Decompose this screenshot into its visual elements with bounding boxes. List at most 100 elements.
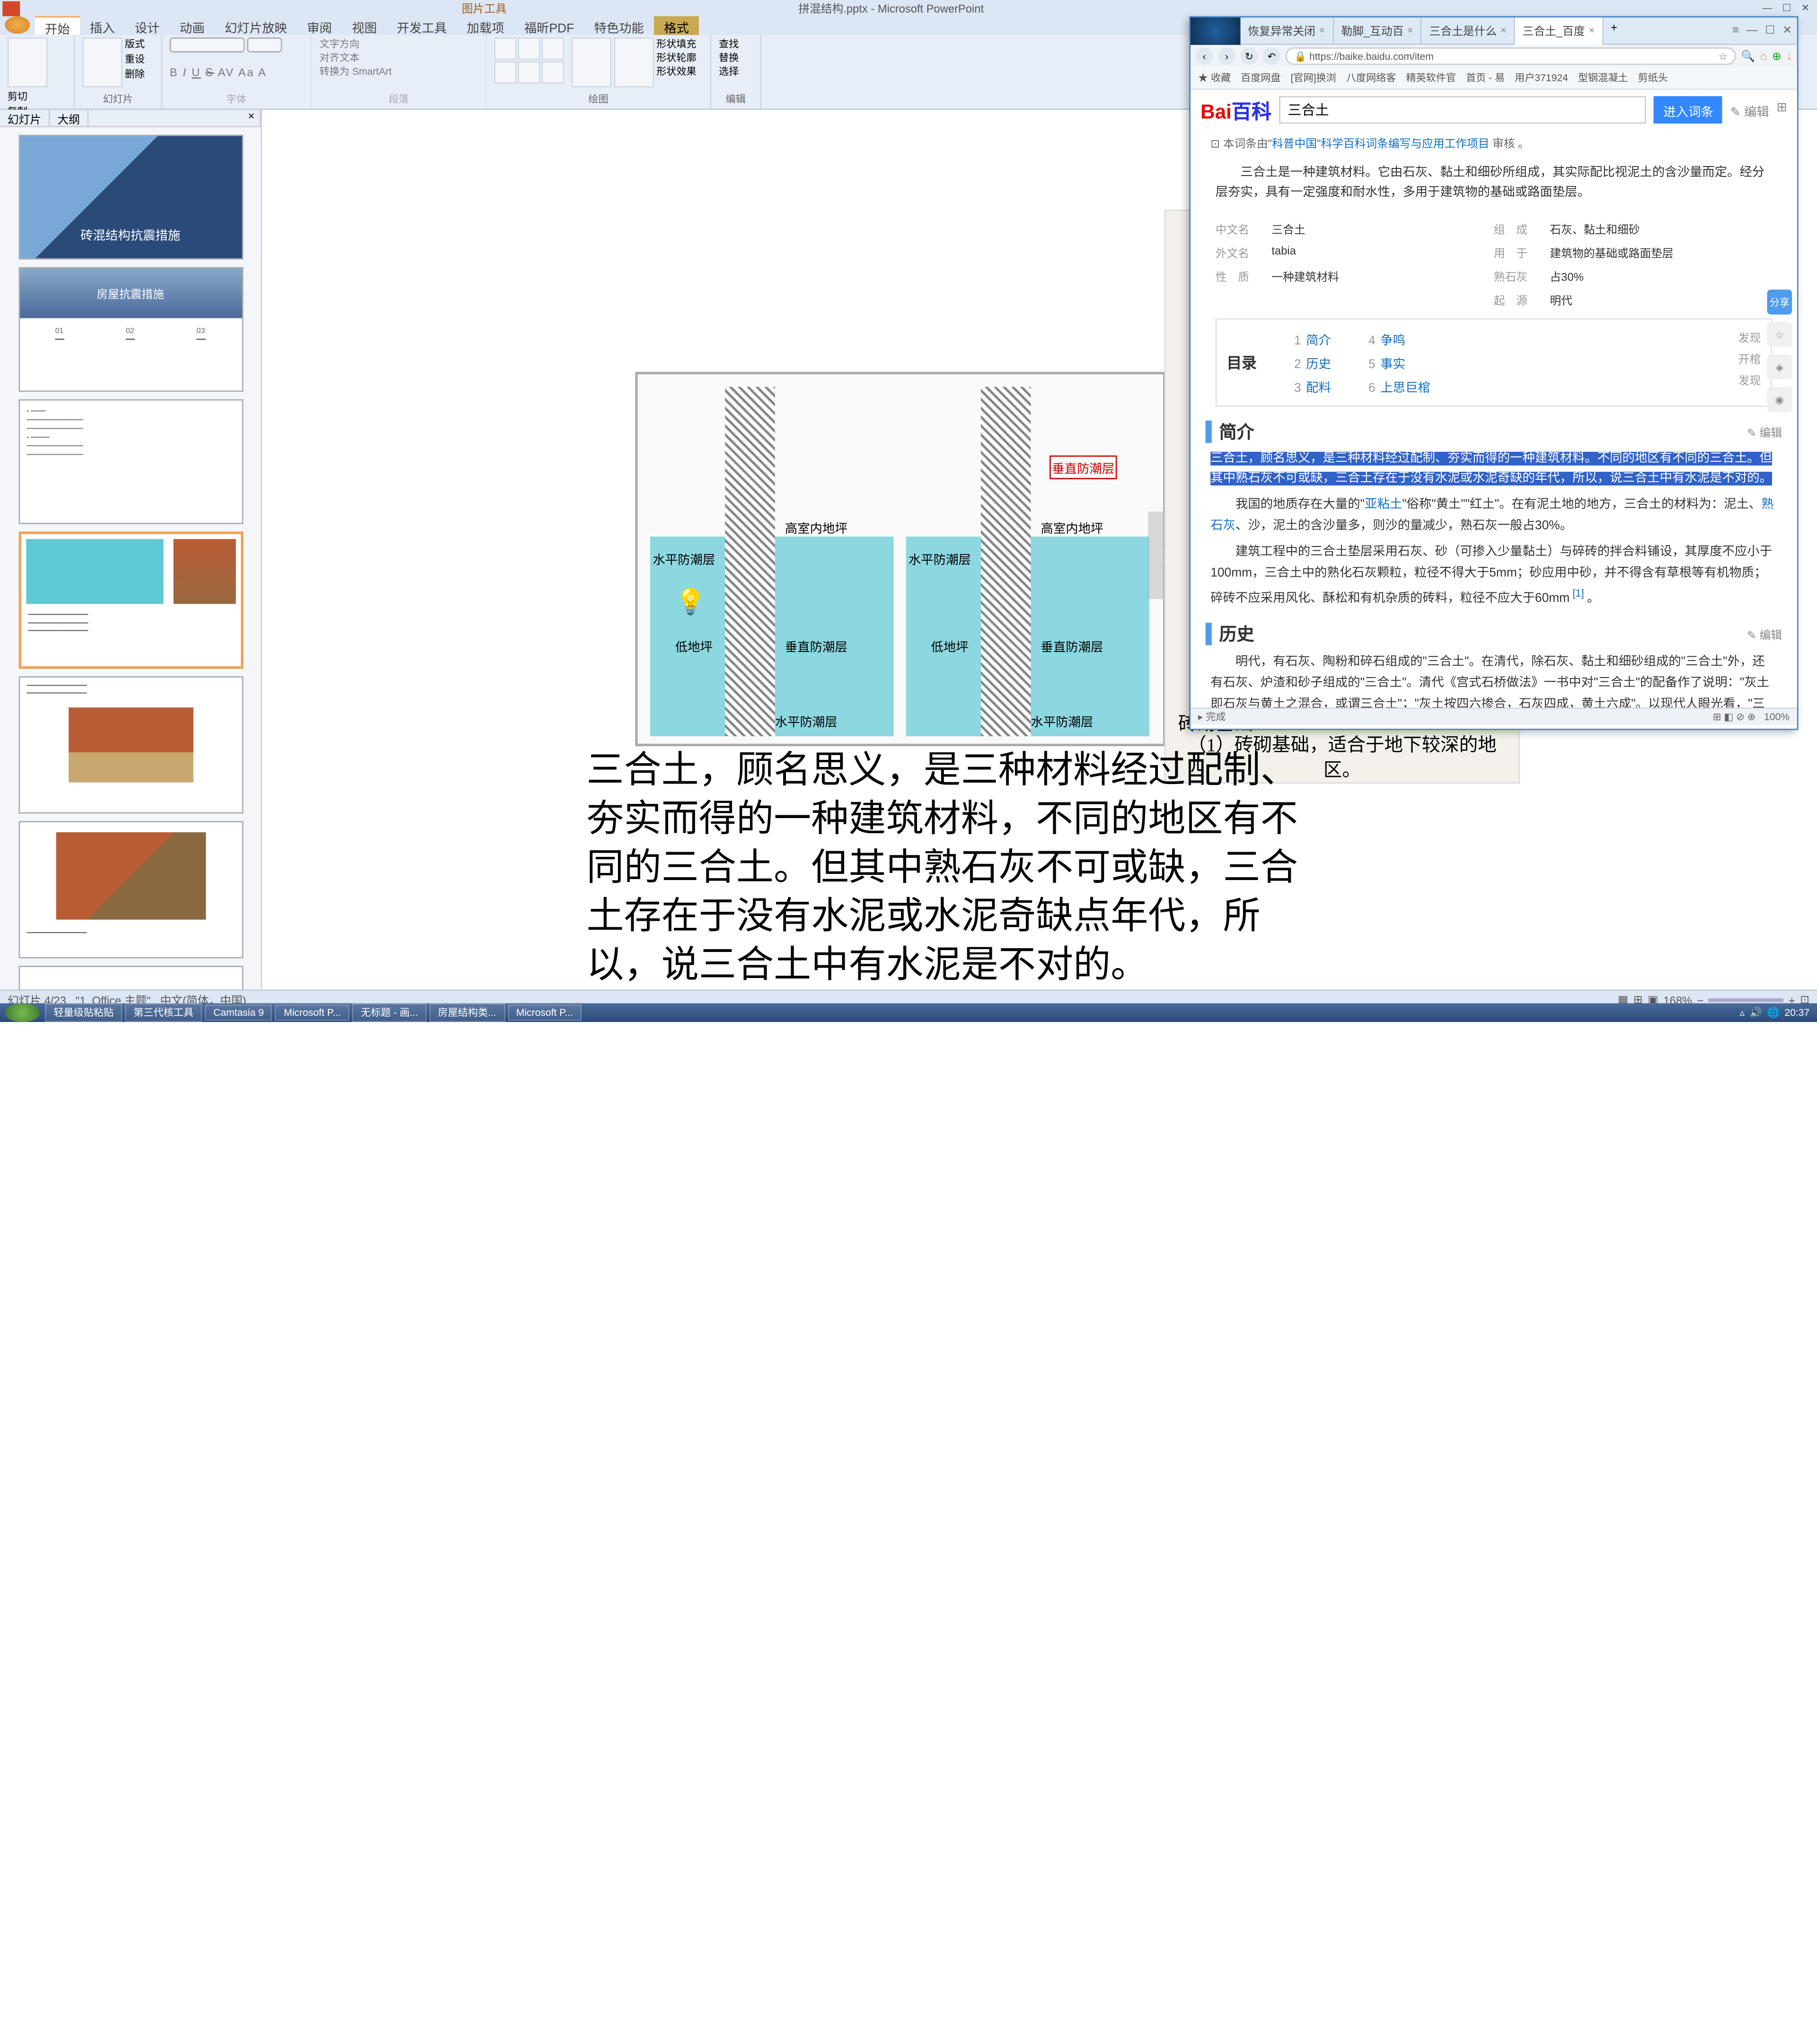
slide-thumb-3[interactable]: ▪ ━━━━━━━━━━━━━━━━━━━━━━━━━━━━━━━━━━▪ ━━… <box>18 399 243 524</box>
shape-button[interactable] <box>494 37 516 60</box>
status-icons[interactable]: ⊞ ◧ ⊘ ⊕ <box>1713 711 1756 722</box>
shape-outline-button[interactable]: 形状轮廓 <box>656 51 696 65</box>
tray-icon[interactable]: ▵ <box>1740 1007 1745 1018</box>
tab-close-icon[interactable]: × <box>1500 25 1506 36</box>
bookmark-item[interactable]: 剪纸头 <box>1638 71 1668 85</box>
slide-thumb-4[interactable]: ━━━━━━━━━━━━━━━━━━━━━━━━━━━━━━━━━━━━━━━━… <box>18 532 243 669</box>
slide-thumb-1[interactable]: 砖混结构抗震措施 <box>18 135 243 260</box>
browser-tab[interactable]: 勒脚_互动百× <box>1334 17 1422 44</box>
toc-link[interactable]: 4争鸣 <box>1368 329 1430 348</box>
toc-link[interactable]: 2历史 <box>1294 353 1331 372</box>
toc-link[interactable]: 3配料 <box>1294 377 1331 396</box>
font-family-input[interactable] <box>170 37 245 53</box>
browser-tab-active[interactable]: 三合土_百度× <box>1515 17 1603 44</box>
shape-button[interactable] <box>542 37 564 60</box>
browser-minimize-button[interactable]: — <box>1746 24 1758 37</box>
slide-thumb-2[interactable]: 房屋抗震措施 01━━02━━03━━ <box>18 267 243 392</box>
shape-button[interactable] <box>542 61 564 83</box>
home-icon[interactable]: ⌂ <box>1760 50 1767 62</box>
section-edit-button[interactable]: ✎ 编辑 <box>1747 423 1782 440</box>
bookmark-item[interactable]: ★ 收藏 <box>1198 71 1231 85</box>
baike-search-input[interactable] <box>1279 96 1647 123</box>
select-button[interactable]: 选择 <box>719 65 752 79</box>
baike-logo[interactable]: Bai百科 <box>1200 95 1271 124</box>
taskbar-item[interactable]: 无标题 - 画... <box>352 1003 427 1022</box>
slide-thumb-5[interactable]: ━━━━━━━━━━━━━━━━━━━━━━━━━━━━━━━━ <box>18 676 243 813</box>
search-button[interactable]: 进入词条 <box>1654 96 1723 123</box>
find-button[interactable]: 查找 <box>719 37 752 51</box>
favorite-icon[interactable]: ☆ <box>1767 322 1792 347</box>
arrange-button[interactable] <box>572 37 611 87</box>
replace-button[interactable]: 替换 <box>719 51 752 65</box>
toc-link[interactable]: 1简介 <box>1294 329 1331 348</box>
toc-link[interactable]: 6上思巨棺 <box>1368 377 1430 396</box>
tab-animations[interactable]: 动画 <box>170 16 215 35</box>
weibo-icon[interactable]: ◉ <box>1767 387 1792 412</box>
audit-link[interactable]: 科普中国"科学百科词条编写与应用工作项目 <box>1272 137 1489 150</box>
font-size-input[interactable] <box>247 37 282 53</box>
taskbar-item[interactable]: 房屋结构类... <box>429 1003 505 1022</box>
wechat-icon[interactable]: ◈ <box>1767 354 1792 379</box>
browser-close-button[interactable]: ✕ <box>1782 24 1792 37</box>
section-edit-button[interactable]: ✎ 编辑 <box>1747 626 1782 643</box>
browser-menu-icon[interactable]: ≡ <box>1732 24 1739 37</box>
tab-format[interactable]: 格式 <box>654 16 699 35</box>
tab-close-icon[interactable]: × <box>1407 25 1413 36</box>
page-content[interactable]: Bai百科 进入词条 ✎ 编辑 ⊞ ⊡ 本词条由"科普中国"科学百科词条编写与应… <box>1191 90 1797 707</box>
slide-thumbnail-panel[interactable]: 幻灯片 大纲 × 砖混结构抗震措施 房屋抗震措施 01━━02━━03━━ ▪ … <box>0 110 262 989</box>
browser-tab[interactable]: 三合土是什么× <box>1422 17 1515 44</box>
paste-button[interactable] <box>8 37 47 87</box>
browser-maximize-button[interactable]: ☐ <box>1765 24 1775 37</box>
inline-link[interactable]: 亚粘土 <box>1365 498 1402 511</box>
tab-close-icon[interactable]: × <box>1589 25 1595 36</box>
edit-icon[interactable]: ✎ 编辑 <box>1730 100 1769 119</box>
taskbar-item[interactable]: Camtasia 9 <box>205 1004 273 1021</box>
tab-developer[interactable]: 开发工具 <box>387 16 457 35</box>
reset-button[interactable]: 重设 <box>125 53 145 66</box>
new-tab-button[interactable]: + <box>1603 17 1625 44</box>
bookmark-item[interactable]: 八度网络客 <box>1346 71 1396 85</box>
shape-effects-button[interactable]: 形状效果 <box>656 65 696 79</box>
bookmark-item[interactable]: 精英软件官 <box>1406 71 1455 85</box>
reload-button[interactable]: ↻ <box>1241 47 1258 65</box>
bookmark-item[interactable]: 百度网盘 <box>1241 71 1280 85</box>
tab-slideshow[interactable]: 幻灯片放映 <box>215 16 297 35</box>
bookmark-item[interactable]: 用户371924 <box>1515 71 1568 85</box>
tab-design[interactable]: 设计 <box>125 16 170 35</box>
grid-icon[interactable]: ⊞ <box>1777 100 1787 119</box>
start-button[interactable] <box>5 1003 40 1022</box>
layout-button[interactable]: 版式 <box>125 37 145 51</box>
bookmark-star-icon[interactable]: ☆ <box>1719 51 1728 62</box>
shape-button[interactable] <box>518 61 540 83</box>
tab-insert[interactable]: 插入 <box>80 16 125 35</box>
forward-button[interactable]: › <box>1218 47 1235 65</box>
search-icon[interactable]: 🔍 <box>1741 49 1755 63</box>
panel-tab-slides[interactable]: 幻灯片 <box>0 110 50 126</box>
back-button[interactable]: ‹ <box>1196 47 1213 65</box>
delete-button[interactable]: 删除 <box>125 67 145 81</box>
bookmark-item[interactable]: 首页 - 易 <box>1466 71 1505 85</box>
tab-special[interactable]: 特色功能 <box>584 16 654 35</box>
toc-link[interactable]: 5事实 <box>1368 353 1430 372</box>
maximize-button[interactable]: ☐ <box>1782 2 1791 14</box>
toc-sub[interactable]: 发现 <box>1738 372 1761 388</box>
text-direction-button[interactable]: 文字方向 <box>319 39 359 50</box>
bookmark-item[interactable]: [官网]换浏 <box>1291 71 1336 85</box>
tab-addins[interactable]: 加载项 <box>457 16 514 35</box>
tab-review[interactable]: 审阅 <box>297 16 342 35</box>
smartart-button[interactable]: 转换为 SmartArt <box>319 66 391 78</box>
tab-home[interactable]: 开始 <box>35 16 80 35</box>
reference-link[interactable]: [1] <box>1570 587 1587 599</box>
tab-foxit[interactable]: 福昕PDF <box>514 16 584 35</box>
slide-thumb-6[interactable]: ━━━━━━━━━━━━━━━━ <box>18 821 243 958</box>
slide-main-text[interactable]: 三合土，顾名思义，是三种材料经过配制、夯实而得的一种建筑材料，不同的地区有不同的… <box>587 746 1323 989</box>
zoom-slider[interactable] <box>1709 998 1783 1002</box>
quick-styles-button[interactable] <box>614 37 654 87</box>
shape-button[interactable] <box>518 37 540 60</box>
panel-close-icon[interactable]: × <box>243 110 261 126</box>
bookmark-item[interactable]: 型钢混凝土 <box>1578 71 1628 85</box>
taskbar-item[interactable]: 第三代核工具 <box>125 1003 203 1022</box>
shape-button[interactable] <box>494 61 516 83</box>
panel-tab-outline[interactable]: 大纲 <box>50 110 89 126</box>
extension-icon[interactable]: ⊕ <box>1772 49 1782 63</box>
